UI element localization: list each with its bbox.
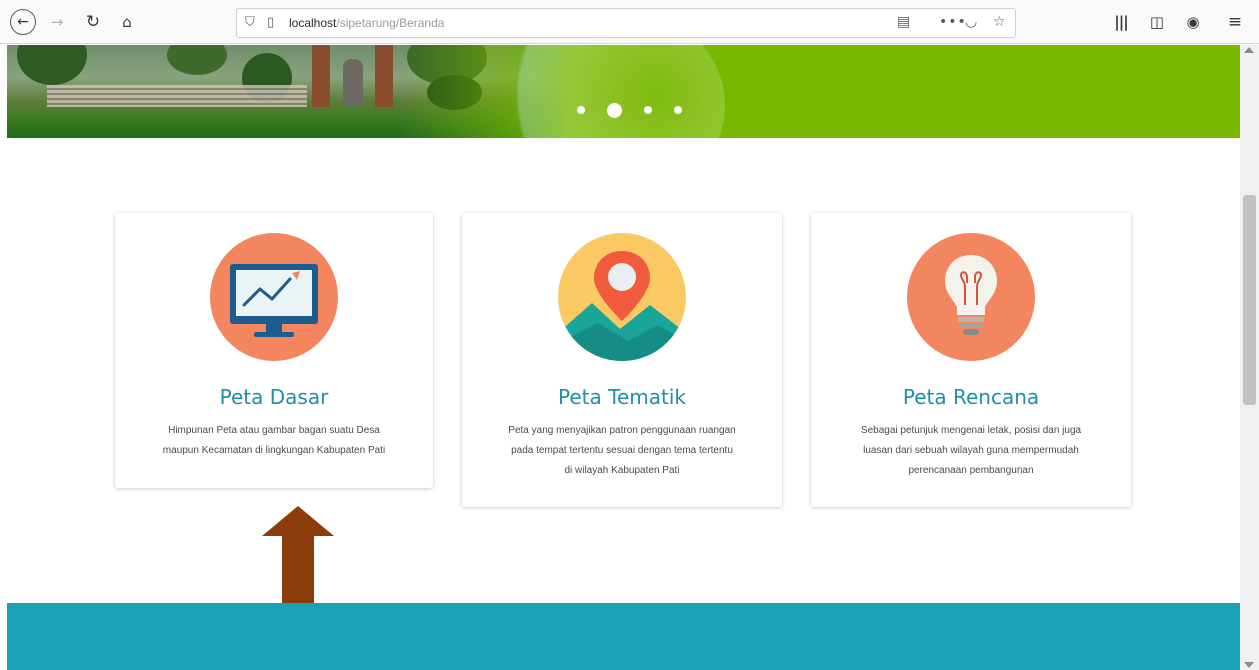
hero-decoration (495, 45, 725, 138)
menu-button[interactable]: ≡ (1222, 9, 1248, 35)
carousel-dot[interactable] (674, 106, 682, 114)
reload-button[interactable]: ↻ (80, 9, 106, 35)
url-host: localhost (289, 16, 337, 30)
sidebar-button[interactable]: ◫ (1144, 9, 1170, 35)
arrow-left-icon: ← (17, 14, 29, 30)
monitor-chart-icon (210, 233, 338, 361)
gate-pillar (312, 45, 330, 107)
home-button[interactable]: ⌂ (114, 9, 140, 35)
card-title[interactable]: Peta Tematik (462, 385, 782, 409)
carousel-indicators (577, 100, 704, 120)
light-bulb-icon (907, 233, 1035, 361)
scroll-thumb[interactable] (1243, 195, 1256, 405)
browser-toolbar: ← → ↻ ⌂ ⛉ ▯ localhost/sipetarung/Beranda… (0, 0, 1259, 44)
card-description: Himpunan Peta atau gambar bagan suatu De… (162, 425, 386, 456)
account-button[interactable]: ◉ (1180, 9, 1206, 35)
home-icon: ⌂ (122, 13, 132, 31)
reader-view-icon[interactable]: ▤ (897, 14, 910, 30)
url-path: /sipetarung/Beranda (336, 16, 445, 30)
arrow-right-icon: → (50, 13, 64, 31)
hero-photo (7, 45, 567, 138)
park-steps (47, 85, 307, 107)
library-button[interactable]: ||| (1108, 9, 1134, 35)
hamburger-menu-icon: ≡ (1227, 12, 1243, 32)
card-peta-rencana[interactable]: Peta Rencana Sebagai petunjuk mengenai l… (811, 213, 1131, 507)
url-text[interactable]: localhost/sipetarung/Beranda (289, 16, 444, 30)
forward-button[interactable]: → (44, 9, 70, 35)
scroll-down-arrow[interactable] (1244, 662, 1254, 668)
hero-carousel (7, 45, 1240, 138)
statue (343, 59, 363, 105)
account-icon: ◉ (1186, 13, 1200, 31)
map-pin-icon (558, 233, 686, 361)
page-icon[interactable]: ▯ (267, 15, 274, 30)
back-button[interactable]: ← (10, 9, 36, 35)
gate-pillar (375, 45, 393, 107)
scroll-up-arrow[interactable] (1244, 47, 1254, 53)
star-icon[interactable]: ☆ (993, 14, 1006, 30)
card-title[interactable]: Peta Rencana (811, 385, 1131, 409)
pocket-icon[interactable]: ◡ (965, 14, 977, 30)
sidebar-icon: ◫ (1149, 13, 1165, 31)
reload-icon: ↻ (85, 12, 101, 32)
card-peta-tematik[interactable]: Peta Tematik Peta yang menyajikan patron… (462, 213, 782, 507)
carousel-dot[interactable] (607, 102, 622, 118)
card-description: Sebagai petunjuk mengenai letak, posisi … (860, 425, 1082, 476)
footer-band (7, 603, 1240, 670)
carousel-dot[interactable] (577, 106, 585, 114)
card-description: Peta yang menyajikan patron penggunaan r… (508, 425, 736, 476)
card-title[interactable]: Peta Dasar (115, 385, 433, 409)
library-icon: ||| (1114, 13, 1128, 31)
carousel-dot[interactable] (644, 106, 652, 114)
more-icon[interactable]: ••• (939, 14, 967, 30)
shield-icon[interactable]: ⛉ (245, 15, 255, 30)
page-scrollbar[interactable] (1240, 45, 1259, 670)
address-bar[interactable]: ⛉ ▯ localhost/sipetarung/Beranda ▤ ••• ◡… (236, 8, 1016, 38)
card-peta-dasar[interactable]: Peta Dasar Himpunan Peta atau gambar bag… (115, 213, 433, 488)
